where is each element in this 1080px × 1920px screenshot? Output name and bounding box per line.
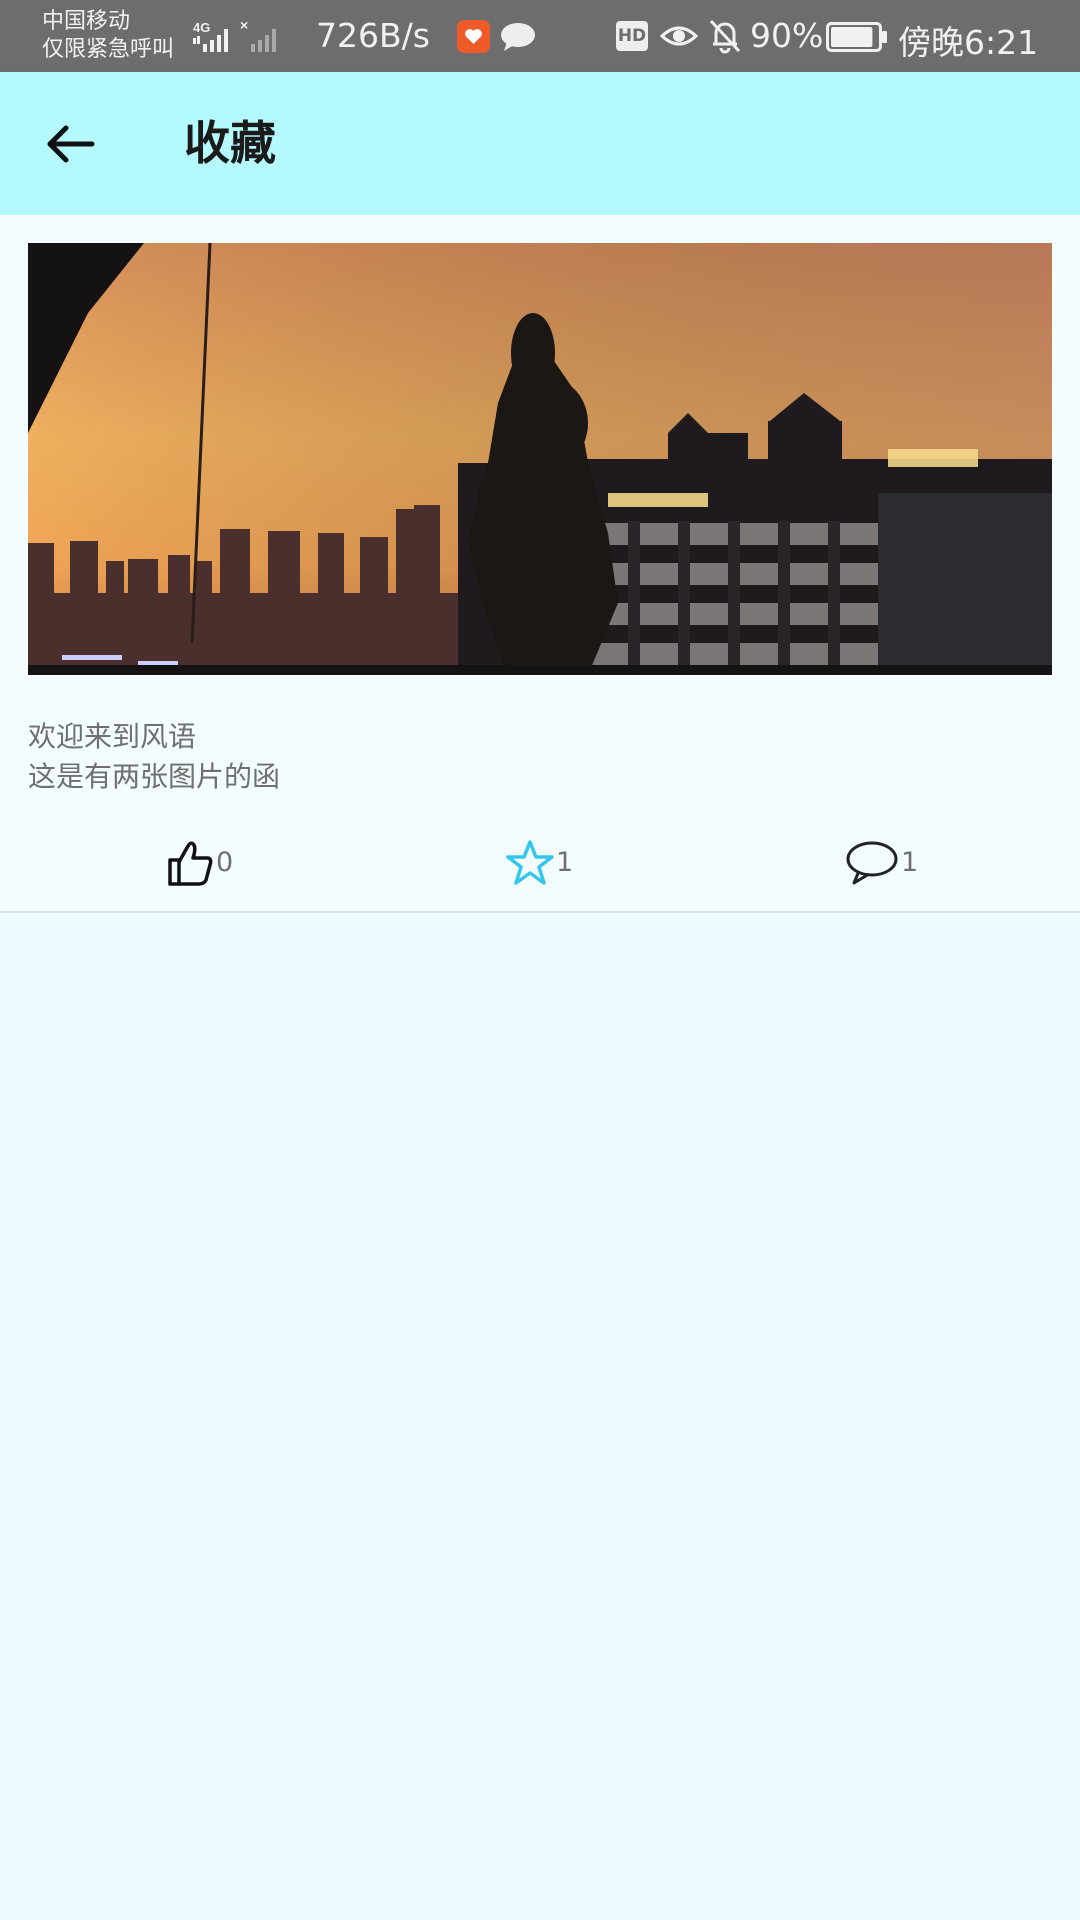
arrow-left-icon [47, 125, 95, 163]
star-icon [506, 840, 554, 885]
comment-button[interactable]: 1 [845, 835, 918, 891]
post-body: 欢迎来到风语 这是有两张图片的函 [28, 717, 280, 797]
like-button[interactable]: 0 [166, 835, 233, 891]
post-actions: 0 1 1 [0, 827, 1080, 907]
battery-percent: 90% [750, 16, 824, 55]
post-photo[interactable] [28, 243, 1052, 675]
thumbs-up-icon [168, 841, 213, 886]
app-notification-icon [457, 20, 490, 53]
page-title: 收藏 [184, 116, 276, 170]
comment-count: 1 [901, 847, 919, 878]
post-line-1: 欢迎来到风语 [28, 720, 197, 753]
app-bar: 收藏 [0, 72, 1080, 215]
carrier-status: 仅限紧急呼叫 [42, 37, 175, 62]
hd-voice-badge: HD [616, 21, 648, 51]
svg-text:×: × [240, 18, 248, 33]
like-count: 0 [216, 847, 234, 878]
post-card[interactable]: 欢迎来到风语 这是有两张图片的函 0 1 1 [0, 215, 1080, 913]
post-line-2: 这是有两张图片的函 [28, 760, 281, 793]
comment-bubble-icon [846, 841, 898, 885]
carrier-name: 中国移动 [42, 9, 131, 34]
network-speed: 726B/s [316, 16, 430, 55]
back-button[interactable] [36, 112, 108, 176]
battery-icon [826, 22, 887, 52]
eye-comfort-icon [660, 26, 698, 46]
carrier-info: 中国移动 仅限紧急呼叫 [42, 8, 174, 64]
clock: 傍晚6:21 [898, 23, 1039, 62]
favorite-button[interactable]: 1 [506, 835, 573, 891]
status-bar: 中国移动 仅限紧急呼叫 4G × 726B/s HD 90% 傍晚6:21 [0, 0, 1080, 72]
chat-notification-icon [501, 23, 535, 51]
sunset-cityscape-image [28, 243, 1052, 675]
signal-icon: 4G × [193, 18, 276, 52]
network-type-label: 4G [193, 20, 210, 35]
favorite-count: 1 [556, 847, 574, 878]
bell-off-icon [709, 19, 741, 54]
